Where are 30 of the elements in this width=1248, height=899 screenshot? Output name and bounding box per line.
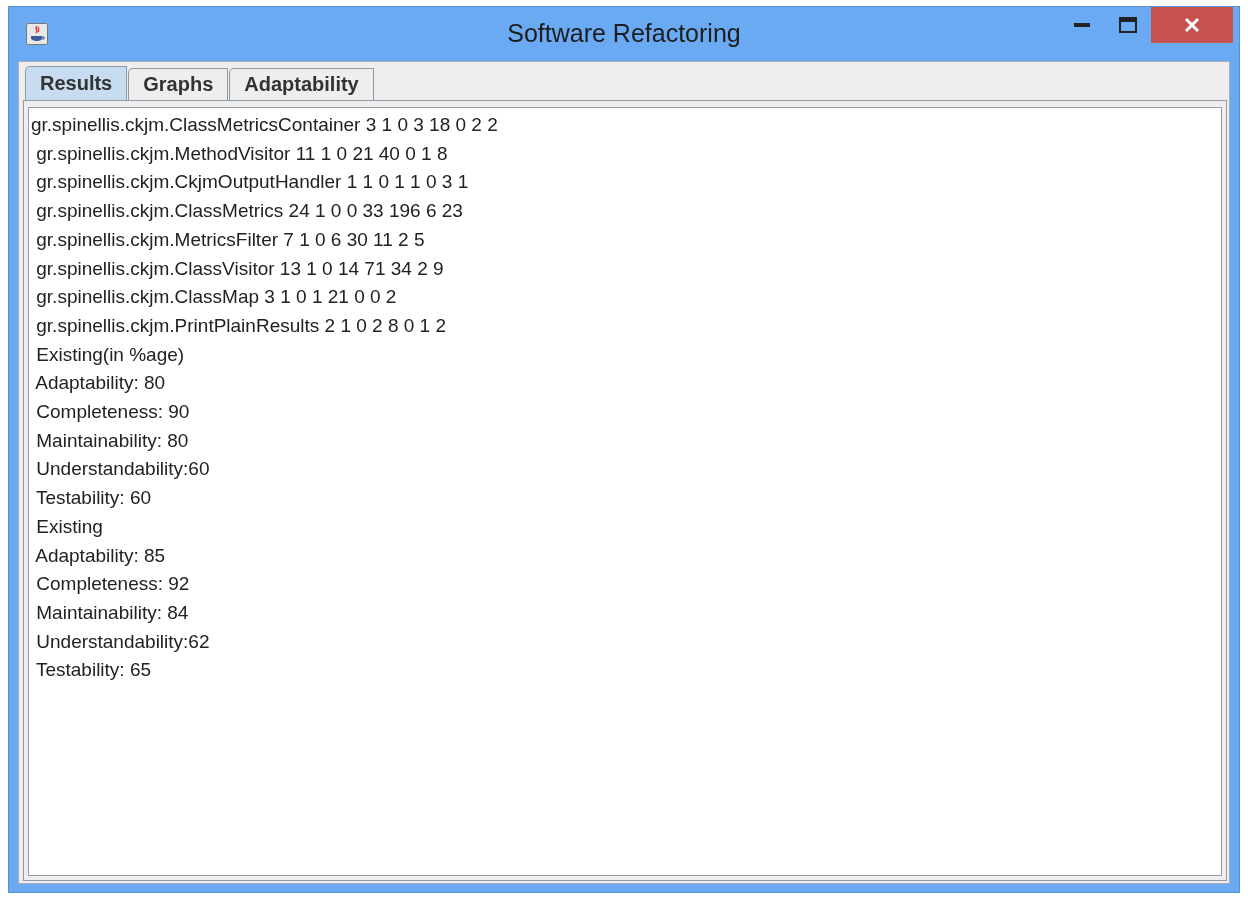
text-line: Maintainability: 80: [35, 428, 189, 453]
text-line: gr.spinellis.ckjm.CkjmOutputHandler 1 1 0 1 1 0 3 1: [35, 170, 469, 195]
text-line: gr.spinellis.ckjm.MetricsFilter 7 1 0 6 30 11 2 5: [35, 227, 425, 252]
text-line: Adaptability: 80: [34, 371, 166, 396]
text-line: Existing(in %age): [35, 342, 185, 367]
text-line: Testability: 60: [34, 486, 152, 511]
coffee-cup-icon: [26, 23, 48, 45]
text-line: Existing: [35, 514, 103, 539]
text-line: gr.spinellis.ckjm.ClassMap 3 1 0 1 21 0 0 2: [35, 285, 397, 310]
text-line: gr.spinellis.ckjm.ClassVisitor 13 1 0 14 71 34 2 9: [35, 256, 444, 281]
text-line: gr.spinellis.ckjm.PrintPlainResults 2 1 0 2 8 0 1 2: [35, 313, 447, 338]
text-line: gr.spinellis.ckjm.ClassMetricsContainer 3 1 0 3 18 0 2 2: [31, 113, 498, 137]
text-line: Understandability:62: [35, 629, 210, 654]
tab[interactable]: Adaptability: [229, 68, 374, 100]
text-line: gr.spinellis.ckjm.MethodVisitor 11 1 0 21 40 0 1 8: [35, 141, 448, 166]
tab[interactable]: Graphs: [128, 68, 229, 100]
window-title: Software Refactoring: [507, 19, 741, 48]
results-text-area[interactable]: [28, 107, 1222, 876]
text-line: Understandability:60: [35, 457, 210, 482]
text-line: gr.spinellis.ckjm.ClassMetrics 24 1 0 0 33 196 6 23: [35, 199, 463, 224]
text-line: Maintainability: 84: [35, 600, 189, 625]
close-icon: [1184, 17, 1200, 33]
text-line: Completeness: 92: [35, 572, 190, 597]
text-line: Adaptability: 85: [34, 543, 166, 568]
text-line: Testability: 65: [34, 658, 152, 683]
tab[interactable]: Results: [25, 66, 128, 100]
minimize-icon: [1074, 23, 1090, 27]
text-line: Completeness: 90: [35, 400, 190, 425]
close-button[interactable]: [1151, 7, 1233, 43]
maximize-icon: [1119, 17, 1137, 33]
